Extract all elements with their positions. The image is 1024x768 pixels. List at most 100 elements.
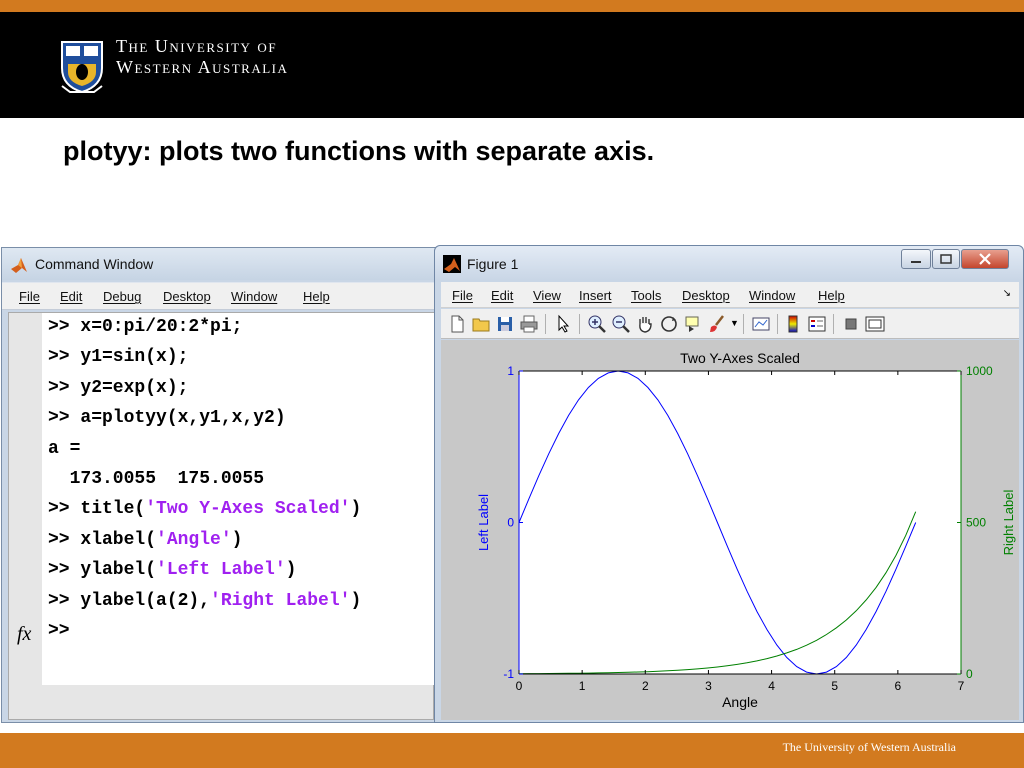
command-line: a = [48, 439, 80, 459]
command-string-literal: 'Right Label' [210, 590, 351, 611]
command-line: >> a=plotyy(x,y1,x,y2) [48, 408, 286, 428]
fig-menu-tools[interactable]: Tools [631, 288, 661, 303]
x-tick-label: 2 [642, 679, 649, 693]
figure-window-menubar: File Edit View Insert Tools Desktop Wind… [441, 282, 1019, 308]
y-right-axis-label: Right Label [1001, 490, 1016, 556]
toolbar-separator [833, 314, 834, 334]
matlab-figure-icon [443, 255, 461, 273]
save-icon[interactable] [495, 314, 515, 334]
close-icon [979, 253, 991, 265]
command-code: title( [80, 499, 146, 520]
command-text-area[interactable]: >> x=0:pi/20:2*pi; >> y1=sin(x); >> y2=exp… [42, 313, 435, 685]
command-line: >> title('Two Y-Axes Scaled') [48, 499, 361, 519]
menu-file[interactable]: File [19, 289, 40, 304]
x-tick-label: 1 [579, 679, 586, 693]
figure-window-titlebar[interactable]: Figure 1 [435, 246, 1023, 280]
minimize-button[interactable] [901, 249, 931, 269]
menu-desktop[interactable]: Desktop [163, 289, 211, 304]
figure-window-title: Figure 1 [467, 256, 519, 272]
fx-function-browser-icon[interactable]: fx [17, 623, 31, 646]
new-file-icon[interactable] [447, 314, 467, 334]
fig-menu-edit[interactable]: Edit [491, 288, 513, 303]
close-button[interactable] [961, 249, 1009, 269]
footer-text: The University of Western Australia [782, 740, 956, 754]
command-line: >> x=0:pi/20:2*pi; [48, 317, 242, 337]
command-line: >> y2=exp(x); [48, 378, 188, 398]
y-left-tick-label: -1 [503, 667, 514, 681]
pan-hand-icon[interactable] [635, 314, 655, 334]
x-tick-label: 6 [895, 679, 902, 693]
zoom-out-icon[interactable] [611, 314, 631, 334]
brush-icon[interactable] [707, 314, 727, 334]
command-line: >> xlabel('Angle') [48, 530, 242, 550]
toolbar-separator [743, 314, 744, 334]
data-cursor-icon[interactable] [683, 314, 703, 334]
command-string-literal: 'Left Label' [156, 560, 286, 581]
command-prompt: >> [48, 590, 81, 611]
fig-menu-window[interactable]: Window [749, 288, 795, 303]
y-left-axis-label: Left Label [476, 494, 491, 551]
zoom-in-icon[interactable] [587, 314, 607, 334]
footer-bar: The University of Western Australia [0, 733, 1024, 768]
command-prompt: >> [48, 499, 81, 520]
command-line: >> y1=sin(x); [48, 347, 188, 367]
fig-menu-view[interactable]: View [533, 288, 561, 303]
minimize-icon [911, 261, 921, 263]
command-window-body: fx >> x=0:pi/20:2*pi; >> y1=sin(x); >> y2=… [8, 312, 435, 720]
x-tick-label: 0 [516, 679, 523, 693]
fig-menu-help[interactable]: Help [818, 288, 845, 303]
figure-canvas[interactable]: 0 1 2 3 4 5 6 7 -1 0 1 0 500 1000 Two Y-Axes Scaled Ang… [441, 340, 1019, 720]
menu-edit[interactable]: Edit [60, 289, 82, 304]
menu-debug[interactable]: Debug [103, 289, 141, 304]
y-left-tick-label: 0 [507, 516, 514, 530]
command-window-title: Command Window [35, 256, 154, 272]
y-right-tick-label: 500 [966, 516, 986, 530]
command-prompt: >> [48, 317, 81, 337]
command-code: x=0:pi/20:2*pi; [80, 317, 243, 337]
command-line: >> ylabel(a(2),'Right Label') [48, 591, 361, 611]
slide-title: plotyy: plots two functions with separat… [63, 136, 655, 166]
command-code-tail: ) [285, 560, 297, 581]
fig-menu-insert[interactable]: Insert [579, 288, 612, 303]
menu-window[interactable]: Window [231, 289, 277, 304]
command-prompt: >> [48, 377, 81, 398]
brush-dropdown-icon[interactable]: ▼ [730, 318, 739, 328]
open-folder-icon[interactable] [471, 314, 491, 334]
top-accent-bar [0, 0, 1024, 12]
command-window-menubar: File Edit Debug Desktop Window Help [2, 282, 436, 310]
fig-menu-file[interactable]: File [452, 288, 473, 303]
command-code: 173.0055 175.0055 [48, 469, 265, 489]
command-string-literal: 'Two Y-Axes Scaled' [145, 499, 351, 520]
command-code-tail: ) [350, 499, 362, 520]
university-name-line2: Western Australia [116, 57, 289, 77]
menu-overflow-arrow-icon[interactable]: ↘ [1003, 288, 1011, 299]
print-icon[interactable] [519, 314, 539, 334]
command-prompt: >> [48, 560, 81, 581]
maximize-button[interactable] [932, 249, 960, 269]
toolbar-separator [777, 314, 778, 334]
colorbar-icon[interactable] [783, 314, 803, 334]
figure-toolbar: ▼ [441, 309, 1019, 339]
link-plot-icon[interactable] [751, 314, 771, 334]
show-plot-tools-icon[interactable] [865, 314, 885, 334]
university-name: The University of Western Australia [116, 36, 288, 78]
pointer-icon[interactable] [553, 314, 573, 334]
maximize-icon [940, 254, 952, 264]
rotate-3d-icon[interactable] [659, 314, 679, 334]
fig-menu-desktop[interactable]: Desktop [682, 288, 730, 303]
command-code: xlabel( [80, 529, 157, 550]
command-code: a = [48, 438, 81, 459]
command-window-titlebar[interactable]: Command Window [2, 248, 436, 280]
y-right-tick-label: 1000 [966, 364, 993, 378]
menu-help[interactable]: Help [303, 289, 330, 304]
university-crest-icon [61, 41, 103, 94]
figure-window: Figure 1 File Edit View Insert Tools Des… [434, 245, 1024, 723]
x-tick-label: 3 [705, 679, 712, 693]
plotyy-chart[interactable]: 0 1 2 3 4 5 6 7-10105001000Two Y-Axes ScaledAng… [441, 340, 1019, 720]
x-tick-label: 7 [958, 679, 965, 693]
toolbar-separator [579, 314, 580, 334]
university-name-line1: The University of [116, 36, 278, 56]
hide-plot-tools-icon[interactable] [841, 314, 861, 334]
x-tick-label: 5 [831, 679, 838, 693]
legend-icon[interactable] [807, 314, 827, 334]
